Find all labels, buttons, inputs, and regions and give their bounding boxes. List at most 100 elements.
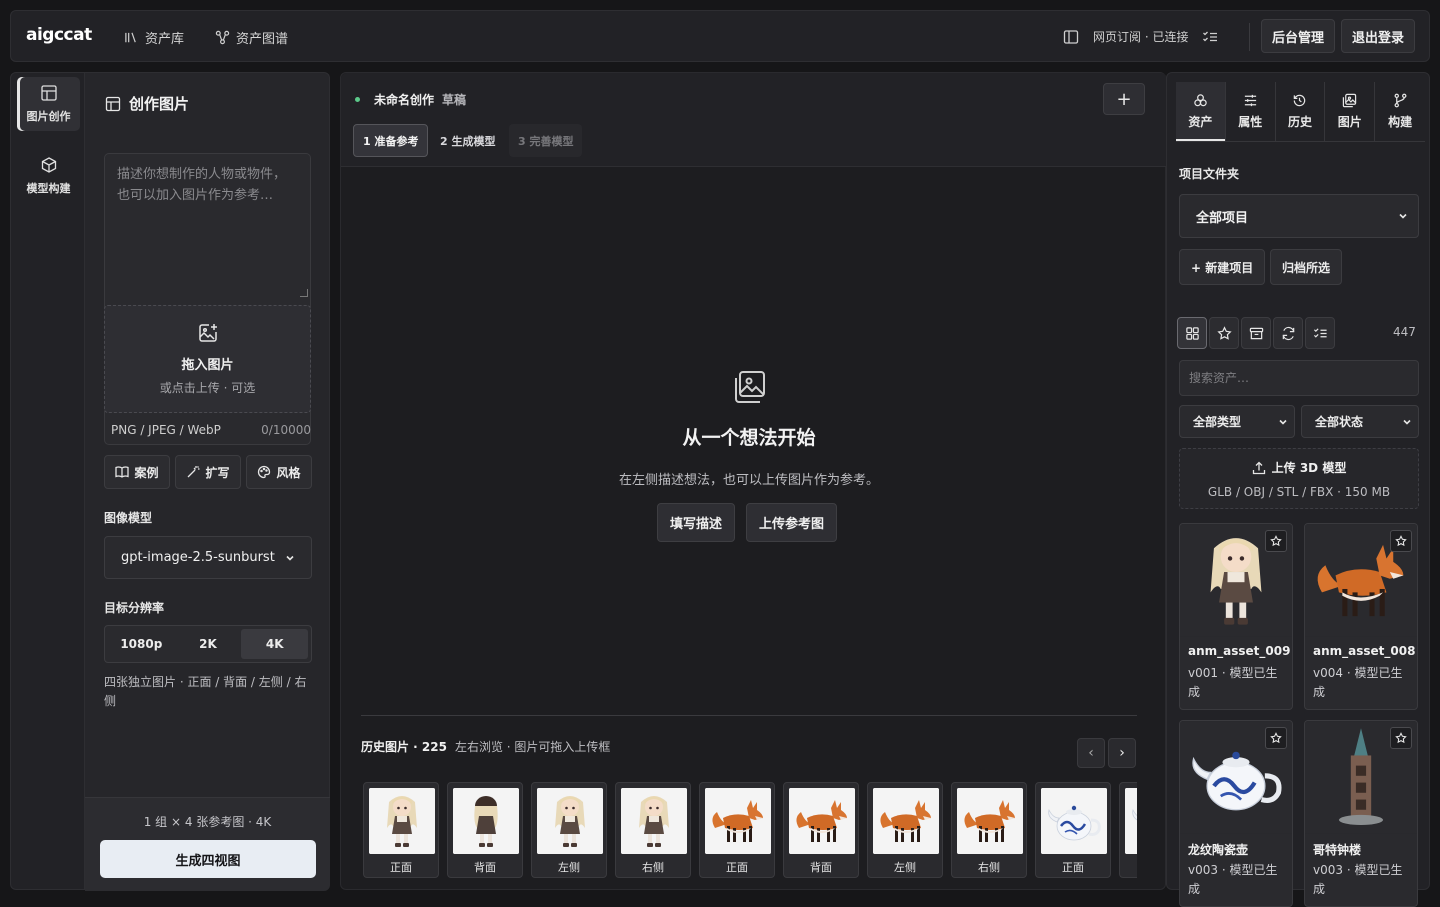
- history-thumbnail-label: 正面: [390, 861, 412, 874]
- history-thumbnail[interactable]: 正面: [363, 782, 439, 878]
- asset-card[interactable]: 龙纹陶瓷壶 v003 · 模型已生成: [1179, 720, 1293, 907]
- format-row: PNG / JPEG / WebP 0/10000: [111, 423, 311, 437]
- nav-asset-library[interactable]: 资产库: [124, 28, 184, 47]
- resolution-option-2k[interactable]: 2K: [175, 629, 242, 659]
- style-button[interactable]: 风格: [246, 455, 312, 489]
- favorite-button[interactable]: [1390, 727, 1412, 749]
- favorite-button[interactable]: [1265, 727, 1287, 749]
- resolution-option-1080p[interactable]: 1080p: [108, 629, 175, 659]
- graph-icon: [215, 30, 230, 45]
- grid-view-button[interactable]: [1177, 317, 1207, 349]
- checklist-icon[interactable]: [1202, 29, 1218, 45]
- chevron-right-icon: ›: [1119, 745, 1125, 761]
- history-thumbnail-image: [621, 788, 687, 854]
- tab-assets[interactable]: 资产: [1176, 82, 1226, 141]
- history-thumbnail[interactable]: 正面: [699, 782, 775, 878]
- image-dropzone[interactable]: 拖入图片 或点击上传 · 可选: [104, 305, 311, 413]
- plus-icon: +: [1116, 88, 1132, 110]
- favorites-filter-button[interactable]: [1209, 317, 1239, 349]
- refresh-button[interactable]: [1273, 317, 1303, 349]
- fill-description-button[interactable]: 填写描述: [657, 503, 736, 542]
- history-icon: [1294, 94, 1306, 107]
- asset-search-input[interactable]: [1179, 360, 1419, 396]
- new-project-button[interactable]: + 新建项目: [1179, 249, 1266, 285]
- star-icon: [1216, 325, 1232, 340]
- rail-item-model-build[interactable]: 模型构建: [17, 149, 80, 203]
- history-thumbnail[interactable]: 右侧: [951, 782, 1027, 878]
- dropzone-subtitle: 或点击上传 · 可选: [159, 381, 256, 395]
- model-select[interactable]: gpt-image-2.5-sunburst: [104, 536, 312, 579]
- upload-3d-formats: GLB / OBJ / STL / FBX · 150 MB: [1207, 485, 1391, 499]
- chevron-down-icon: [1403, 419, 1411, 425]
- sliders-icon: [1244, 94, 1256, 107]
- resolution-option-4k[interactable]: 4K: [241, 629, 309, 659]
- history-thumbnail[interactable]: 背面: [447, 782, 523, 878]
- tab-history[interactable]: 历史: [1276, 82, 1326, 141]
- history-next-button[interactable]: ›: [1108, 738, 1136, 768]
- step-generate[interactable]: 2 生成模型: [431, 124, 504, 157]
- history-thumbnail[interactable]: 左侧: [867, 782, 943, 878]
- prompt-input[interactable]: [105, 154, 310, 299]
- archive-filter-button[interactable]: [1241, 317, 1271, 349]
- history-thumbnail[interactable]: 左侧: [531, 782, 607, 878]
- tab-images[interactable]: 图片: [1325, 82, 1376, 141]
- history-prev-button[interactable]: ‹: [1077, 738, 1105, 768]
- archive-icon: [1249, 327, 1263, 339]
- type-filter-select[interactable]: 全部类型: [1179, 405, 1295, 438]
- asset-card[interactable]: anm_asset_009 v001 · 模型已生成: [1179, 523, 1293, 710]
- palette-icon: [258, 465, 271, 479]
- star-icon: [1395, 535, 1407, 547]
- history-strip[interactable]: 正面 背面 左侧 右侧 正面 背面 左侧 右侧 正面: [363, 782, 1137, 879]
- logout-button[interactable]: 退出登录: [1341, 19, 1416, 53]
- asset-card[interactable]: 哥特钟楼 v003 · 模型已生成: [1304, 720, 1418, 907]
- project-folder-select[interactable]: 全部项目: [1179, 194, 1419, 238]
- history-thumbnail[interactable]: 背面: [783, 782, 859, 878]
- right-tabs: 资产 属性 历史 图片 构建: [1176, 82, 1425, 142]
- asset-card[interactable]: anm_asset_008 v004 · 模型已生成: [1304, 523, 1418, 710]
- favorite-button[interactable]: [1390, 530, 1412, 552]
- admin-button[interactable]: 后台管理: [1261, 19, 1336, 53]
- assets-panel: 资产 属性 历史 图片 构建 项目文件夹 全部项目 + 新建项目 归档所选 44…: [1166, 72, 1430, 907]
- asset-status: v003 · 模型已生成: [1188, 863, 1278, 896]
- project-folder-label: 项目文件夹: [1179, 167, 1240, 181]
- generate-four-views-button[interactable]: 生成四视图: [100, 840, 316, 878]
- history-thumbnail-image: [537, 788, 603, 854]
- asset-name: 龙纹陶瓷壶: [1188, 843, 1249, 857]
- add-image-icon: [198, 324, 217, 342]
- asset-status: v004 · 模型已生成: [1313, 666, 1403, 699]
- workspace: 未命名创作 草稿 + 1 准备参考 2 生成模型 3 完善模型 从一个想法开始 …: [340, 72, 1167, 890]
- tab-properties[interactable]: 属性: [1226, 82, 1276, 141]
- upload-reference-button[interactable]: 上传参考图: [746, 503, 838, 542]
- upload-3d-dropzone[interactable]: 上传 3D 模型 GLB / OBJ / STL / FBX · 150 MB: [1179, 448, 1419, 509]
- resolution-segmented: 1080p 2K 4K: [104, 625, 312, 663]
- rail-item-image-create[interactable]: 图片创作: [17, 77, 80, 131]
- favorite-button[interactable]: [1265, 530, 1287, 552]
- top-bar: aigccat 资产库 资产图谱 网页订阅 · 已连接 后台管理 退出登录: [10, 10, 1430, 62]
- empty-state-title: 从一个想法开始: [682, 427, 816, 449]
- magic-wand-icon: [188, 466, 200, 478]
- step-refine[interactable]: 3 完善模型: [509, 124, 583, 157]
- history-thumbnail[interactable]: 正面: [1035, 782, 1111, 878]
- examples-button[interactable]: 案例: [104, 455, 170, 489]
- left-rail: 图片创作 模型构建: [10, 72, 85, 890]
- expand-button[interactable]: 扩写: [175, 455, 241, 489]
- sidebar-panel-icon: [1063, 29, 1079, 44]
- subscription-status[interactable]: 网页订阅 · 已连接: [1063, 28, 1218, 45]
- archive-selected-button[interactable]: 归档所选: [1270, 249, 1343, 285]
- status-filter-select[interactable]: 全部状态: [1301, 405, 1419, 438]
- history-thumbnail[interactable]: [1119, 782, 1137, 878]
- topbar-divider: [1249, 23, 1250, 51]
- tab-build[interactable]: 构建: [1375, 82, 1425, 141]
- step-prepare[interactable]: 1 准备参考: [353, 124, 429, 157]
- panel-footer: 1 组 × 4 张参考图 · 4K 生成四视图: [85, 797, 330, 891]
- star-icon: [1270, 732, 1282, 744]
- select-mode-button[interactable]: [1305, 317, 1335, 349]
- history-thumbnail[interactable]: 右侧: [615, 782, 691, 878]
- image-layout-icon: [105, 96, 121, 111]
- add-creation-button[interactable]: +: [1103, 83, 1145, 115]
- history-thumbnail-label: 右侧: [642, 861, 664, 874]
- assets-icon: [1194, 94, 1207, 107]
- nav-asset-graph[interactable]: 资产图谱: [215, 28, 288, 47]
- resize-handle[interactable]: [300, 289, 308, 297]
- dropzone-title: 拖入图片: [181, 358, 234, 373]
